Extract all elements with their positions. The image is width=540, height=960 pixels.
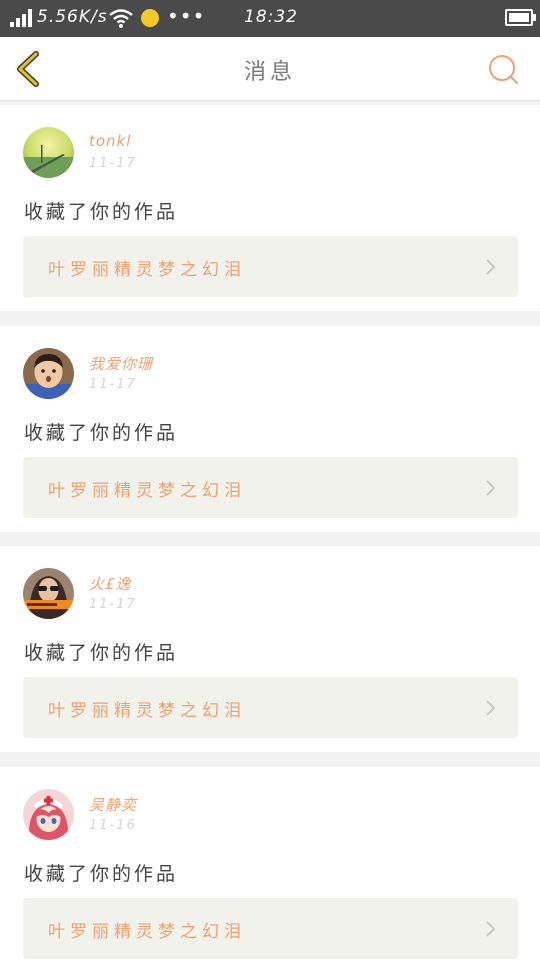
work-link[interactable]: 叶罗丽精灵梦之幻泪 xyxy=(23,898,518,959)
search-icon[interactable] xyxy=(486,52,520,86)
message-date: 11-17 xyxy=(89,377,137,392)
wifi-icon xyxy=(109,9,133,28)
username[interactable]: 吴静奕 xyxy=(89,794,137,815)
action-text: 收藏了你的作品 xyxy=(24,201,179,223)
notification-dot-icon xyxy=(141,9,159,27)
message-card: tonkl 11-17 收藏了你的作品 叶罗丽精灵梦之幻泪 xyxy=(0,105,540,311)
username[interactable]: tonkl xyxy=(89,132,131,150)
message-date: 11-16 xyxy=(89,818,137,833)
anime-nurse-avatar[interactable] xyxy=(23,789,74,840)
battery-cap xyxy=(533,14,536,21)
action-text: 收藏了你的作品 xyxy=(24,863,179,885)
work-title: 叶罗丽精灵梦之幻泪 xyxy=(48,922,246,942)
work-title: 叶罗丽精灵梦之幻泪 xyxy=(48,481,246,501)
pier-landscape-avatar[interactable] xyxy=(23,127,74,178)
work-title: 叶罗丽精灵梦之幻泪 xyxy=(48,260,246,280)
message-date: 11-17 xyxy=(89,597,137,612)
child-face-avatar[interactable] xyxy=(23,348,74,399)
work-link[interactable]: 叶罗丽精灵梦之幻泪 xyxy=(23,236,518,297)
username[interactable]: 火£逸 xyxy=(89,573,132,594)
status-bar: 5.56K/s ••• 18:32 xyxy=(0,0,540,37)
message-card: 吴静奕 11-16 收藏了你的作品 叶罗丽精灵梦之幻泪 xyxy=(0,767,540,960)
battery-icon xyxy=(505,9,533,26)
work-title: 叶罗丽精灵梦之幻泪 xyxy=(48,701,246,721)
work-link[interactable]: 叶罗丽精灵梦之幻泪 xyxy=(23,677,518,738)
nav-bar: 消息 xyxy=(0,37,540,101)
more-dots-icon: ••• xyxy=(167,4,206,28)
girl-sunglasses-avatar[interactable] xyxy=(23,568,74,619)
message-date: 11-17 xyxy=(89,156,137,171)
signal-icon xyxy=(10,9,32,27)
action-text: 收藏了你的作品 xyxy=(24,642,179,664)
chevron-right-icon xyxy=(486,480,496,496)
page-title: 消息 xyxy=(243,60,296,85)
chevron-right-icon xyxy=(486,259,496,275)
message-card: 火£逸 11-17 收藏了你的作品 叶罗丽精灵梦之幻泪 xyxy=(0,546,540,752)
chevron-right-icon xyxy=(486,921,496,937)
message-card: 我爱你珊 11-17 收藏了你的作品 叶罗丽精灵梦之幻泪 xyxy=(0,326,540,532)
network-speed: 5.56K/s xyxy=(37,7,108,27)
chevron-right-icon xyxy=(486,700,496,716)
messages-screen: 5.56K/s ••• 18:32 消息 tonkl 11-17 收藏了你的作品… xyxy=(0,0,540,960)
action-text: 收藏了你的作品 xyxy=(24,422,179,444)
clock: 18:32 xyxy=(244,7,298,27)
username[interactable]: 我爱你珊 xyxy=(89,353,153,374)
work-link[interactable]: 叶罗丽精灵梦之幻泪 xyxy=(23,457,518,518)
